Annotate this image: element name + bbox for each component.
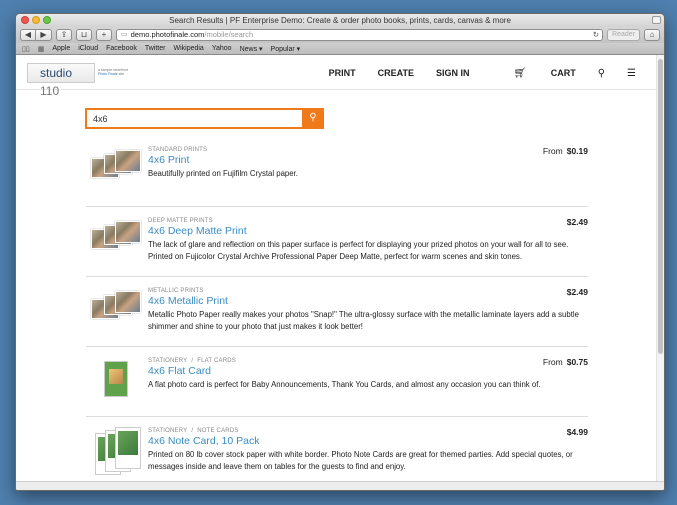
result-body: DEEP MATTE PRINTS 4x6 Deep Matte Print T… [148,207,588,263]
result-price: $2.49 [566,217,588,227]
result-price: From $0.19 [542,146,588,156]
result-description: Metallic Photo Paper really makes your p… [148,310,579,331]
result-price: From $0.75 [542,357,588,367]
bookmark-facebook[interactable]: Facebook [106,45,137,52]
nav-sign-in[interactable]: SIGN IN [436,68,470,79]
result-category: METALLIC PRINTS [148,288,204,294]
photo-print [115,291,141,313]
reader-button[interactable]: Reader [607,29,640,41]
search-icon: ⚲ [309,112,317,123]
result-item: STATIONERY / NOTE CARDS 4x6 Note Card, 10 … [86,417,588,487]
result-body: STATIONERY / NOTE CARDS 4x6 Note Card, 10 … [148,417,588,473]
url-path: /mobile/search [204,30,254,39]
reload-icon[interactable]: ↻ [593,30,599,40]
result-title[interactable]: 4x6 Print [148,154,588,167]
window-title: Search Results | PF Enterprise Demo: Cre… [169,16,511,25]
home-button[interactable]: ⌂ [644,29,660,41]
product-thumbnail[interactable] [91,150,141,186]
zoom-window-button[interactable] [43,16,51,24]
bookmark-icloud[interactable]: iCloud [78,45,98,52]
result-category: STATIONERY / NOTE CARDS [148,428,239,434]
bookmark-twitter[interactable]: Twitter [145,45,166,52]
flat-card-image [104,361,128,397]
window-controls [21,16,51,24]
vertical-scrollbar[interactable] [656,55,664,490]
product-thumbnail[interactable] [91,291,141,327]
site-logo[interactable]: studio 110 [27,63,95,98]
result-title[interactable]: 4x6 Metallic Print [148,295,588,308]
nav-cart[interactable]: 🛒︎ CART [491,68,575,79]
product-thumbnail[interactable] [91,361,141,397]
result-body: STANDARD PRINTS 4x6 Print Beautifully pr… [148,136,588,180]
photo-print [115,150,141,172]
result-description: Printed on 80 lb cover stock paper with … [148,450,573,471]
result-body: STATIONERY / FLAT CARDS 4x6 Flat Card A fl… [148,347,588,391]
address-bar[interactable]: ▭ demo.photofinale.com/mobile/search ↻ [116,29,604,41]
result-item: DEEP MATTE PRINTS 4x6 Deep Matte Print T… [86,207,588,277]
browser-window: Search Results | PF Enterprise Demo: Cre… [15,13,665,491]
result-item: STANDARD PRINTS 4x6 Print Beautifully pr… [86,136,588,207]
search-button[interactable]: ⚲ [302,108,324,129]
title-bar: Search Results | PF Enterprise Demo: Cre… [16,14,664,27]
result-price: $2.49 [566,287,588,297]
result-body: METALLIC PRINTS 4x6 Metallic Print Metal… [148,277,588,333]
result-category: STATIONERY / FLAT CARDS [148,358,237,364]
note-card-image [115,427,141,469]
product-thumbnail[interactable] [91,221,141,257]
url-domain: demo.photofinale.com [130,30,205,39]
bookmark-popular[interactable]: Popular ▾ [271,45,301,53]
back-button[interactable]: ◀ [20,29,36,41]
result-title[interactable]: 4x6 Flat Card [148,365,588,378]
bookmark-yahoo[interactable]: Yahoo [212,45,232,52]
page-icon: ▭ [121,31,128,38]
site-tagline: a sample storefront Photo Finale site [98,68,128,76]
search-results: STANDARD PRINTS 4x6 Print Beautifully pr… [86,136,588,487]
minimize-window-button[interactable] [32,16,40,24]
menu-icon[interactable]: ☰ [627,68,636,79]
nav-create[interactable]: CREATE [378,68,414,79]
bookmark-news[interactable]: News ▾ [240,45,263,53]
result-item: METALLIC PRINTS 4x6 Metallic Print Metal… [86,277,588,347]
photo-print [115,221,141,243]
result-description: A flat photo card is perfect for Baby An… [148,380,541,389]
result-category: STANDARD PRINTS [148,147,208,153]
fullscreen-button[interactable] [652,16,661,24]
web-page: studio 110 a sample storefront Photo Fin… [16,55,664,490]
result-price: $4.99 [566,427,588,437]
search-form: ⚲ [85,108,324,129]
search-icon[interactable]: ⚲ [598,68,605,79]
bookmark-wikipedia[interactable]: Wikipedia [173,45,203,52]
bookmark-apple[interactable]: Apple [52,45,70,52]
new-tab-button[interactable]: + [96,29,112,41]
search-input[interactable] [85,108,302,129]
result-description: The lack of glare and reflection on this… [148,240,569,261]
share-button[interactable]: ⇪ [56,29,72,41]
reading-list-button[interactable]: ⊔ [76,29,92,41]
nav-print[interactable]: PRINT [329,68,356,79]
scrollbar-thumb[interactable] [658,59,663,354]
status-bar [16,481,664,490]
bookmarks-bar: ▯▯ ▦ Apple iCloud Facebook Twitter Wikip… [16,43,664,55]
nav-buttons: ◀ ▶ [20,29,52,41]
site-header: studio 110 a sample storefront Photo Fin… [16,55,656,98]
browser-toolbar: ◀ ▶ ⇪ ⊔ + ▭ demo.photofinale.com/mobile/… [16,27,664,43]
main-nav: PRINT CREATE SIGN IN 🛒︎ CART ⚲ ☰ [307,68,636,79]
result-description: Beautifully printed on Fujifilm Crystal … [148,169,298,178]
forward-button[interactable]: ▶ [36,29,52,41]
grid-icon[interactable]: ▦ [38,45,45,53]
cart-icon: 🛒︎ [513,68,527,79]
book-icon[interactable]: ▯▯ [22,45,30,53]
result-item: STATIONERY / FLAT CARDS 4x6 Flat Card A fl… [86,347,588,417]
product-thumbnail[interactable] [91,427,141,479]
result-title[interactable]: 4x6 Deep Matte Print [148,225,588,238]
result-title[interactable]: 4x6 Note Card, 10 Pack [148,435,588,448]
result-category: DEEP MATTE PRINTS [148,218,213,224]
close-window-button[interactable] [21,16,29,24]
